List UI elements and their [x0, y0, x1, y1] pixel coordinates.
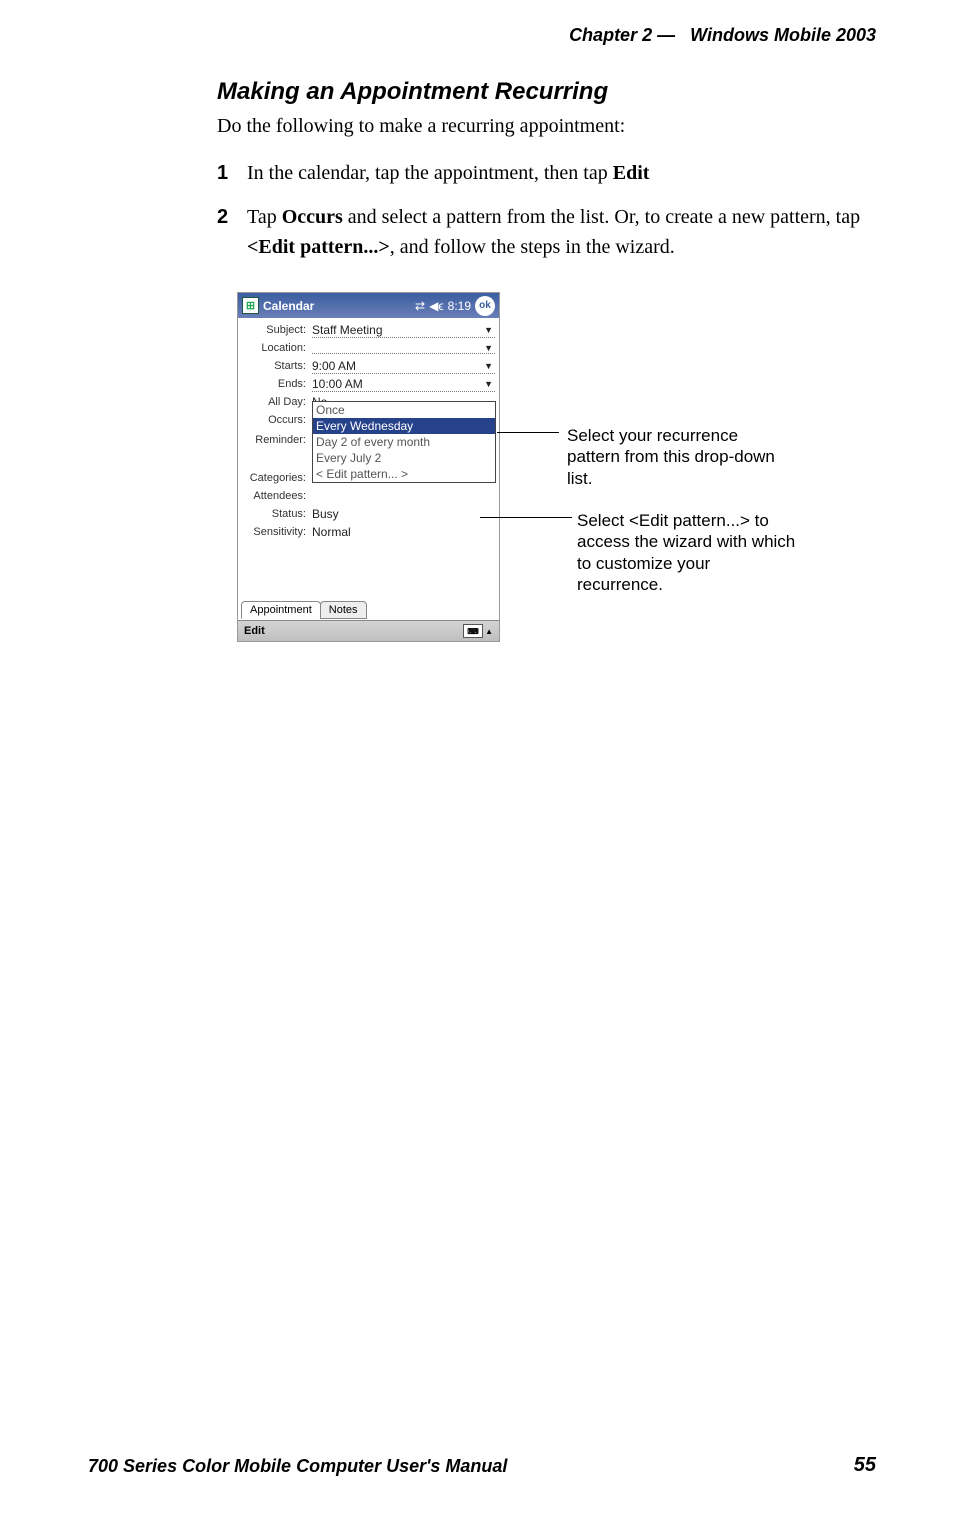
label-starts: Starts:	[242, 360, 312, 372]
row-status: Status: Busy	[242, 505, 495, 523]
field-status[interactable]: Busy	[312, 507, 495, 521]
value-status: Busy	[312, 507, 339, 521]
callout-leader-1	[497, 432, 559, 433]
dropdown-item-day-of-month[interactable]: Day 2 of every month	[313, 434, 495, 450]
sip-toggle[interactable]: ⌨ ▲	[463, 624, 493, 638]
form-body: Subject: Staff Meeting ▼ Location: ▼ Star…	[238, 318, 499, 541]
label-occurs: Occurs:	[242, 414, 312, 426]
running-header: Chapter 2 — Windows Mobile 2003	[569, 25, 876, 46]
row-location: Location: ▼	[242, 339, 495, 357]
callout-recurrence: Select your recurrence pattern from this…	[567, 425, 787, 489]
step-bold: Occurs	[282, 206, 343, 228]
tab-notes[interactable]: Notes	[320, 601, 367, 619]
label-status: Status:	[242, 508, 312, 520]
step-text: In the calendar, tap the appointment, th…	[247, 162, 613, 184]
row-starts: Starts: 9:00 AM ▼	[242, 357, 495, 375]
label-reminder: Reminder:	[242, 434, 312, 446]
field-subject[interactable]: Staff Meeting ▼	[312, 323, 495, 338]
label-sensitivity: Sensitivity:	[242, 526, 312, 538]
label-allday: All Day:	[242, 396, 312, 408]
value-subject: Staff Meeting	[312, 323, 383, 337]
figure: ⊞ Calendar ⇄ ◀ϵ 8:19 ok Subject: Staff M…	[237, 292, 877, 692]
app-title: Calendar	[263, 299, 314, 313]
bottom-bar: Edit ⌨ ▲	[238, 620, 499, 641]
field-ends[interactable]: 10:00 AM ▼	[312, 377, 495, 392]
value-starts: 9:00 AM	[312, 359, 356, 373]
occurs-dropdown-list: Once Every Wednesday Day 2 of every mont…	[312, 401, 496, 483]
step-body: Tap Occurs and select a pattern from the…	[247, 202, 877, 262]
clock-text: 8:19	[448, 299, 471, 313]
chevron-down-icon[interactable]: ▼	[484, 343, 493, 353]
callout-edit-pattern: Select <Edit pattern...> to access the w…	[577, 510, 797, 595]
connectivity-icon[interactable]: ⇄	[415, 299, 425, 313]
dropdown-item-edit-pattern[interactable]: < Edit pattern... >	[313, 466, 495, 482]
row-ends: Ends: 10:00 AM ▼	[242, 375, 495, 393]
step-bold: <Edit pattern...>	[247, 236, 390, 258]
step-2: 2 Tap Occurs and select a pattern from t…	[217, 202, 877, 262]
label-subject: Subject:	[242, 324, 312, 336]
value-ends: 10:00 AM	[312, 377, 363, 391]
page-title: Making an Appointment Recurring	[217, 78, 877, 106]
dropdown-item-once[interactable]: Once	[313, 402, 495, 418]
label-ends: Ends:	[242, 378, 312, 390]
row-sensitivity: Sensitivity: Normal	[242, 523, 495, 541]
start-icon[interactable]: ⊞	[242, 297, 259, 314]
callout-leader-2	[480, 517, 572, 518]
intro-text: Do the following to make a recurring app…	[217, 112, 877, 140]
dropdown-item-every-year[interactable]: Every July 2	[313, 450, 495, 466]
field-location[interactable]: ▼	[312, 343, 495, 354]
tab-bar: Appointment Notes	[241, 601, 366, 619]
chevron-down-icon[interactable]: ▼	[484, 361, 493, 371]
field-starts[interactable]: 9:00 AM ▼	[312, 359, 495, 374]
step-number: 2	[217, 202, 247, 262]
dropdown-item-every-wednesday[interactable]: Every Wednesday	[313, 418, 495, 434]
step-text: , and follow the steps in the wizard.	[390, 236, 675, 258]
label-attendees: Attendees:	[242, 490, 312, 502]
field-sensitivity[interactable]: Normal	[312, 525, 495, 539]
pda-titlebar: ⊞ Calendar ⇄ ◀ϵ 8:19 ok	[238, 293, 499, 318]
header-sep: —	[657, 25, 675, 45]
keyboard-icon: ⌨	[463, 624, 483, 638]
speaker-icon[interactable]: ◀ϵ	[429, 299, 444, 313]
page-number: 55	[854, 1454, 876, 1477]
pda-screenshot: ⊞ Calendar ⇄ ◀ϵ 8:19 ok Subject: Staff M…	[237, 292, 500, 642]
chevron-down-icon[interactable]: ▼	[484, 379, 493, 389]
page-content: Making an Appointment Recurring Do the f…	[217, 78, 877, 692]
label-categories: Categories:	[242, 472, 312, 484]
value-sensitivity: Normal	[312, 525, 351, 539]
chevron-up-icon: ▲	[485, 627, 493, 636]
step-number: 1	[217, 158, 247, 188]
tab-appointment[interactable]: Appointment	[241, 601, 321, 619]
chevron-down-icon[interactable]: ▼	[484, 325, 493, 335]
menu-edit[interactable]: Edit	[244, 625, 265, 637]
step-bold: Edit	[613, 162, 650, 184]
ok-button[interactable]: ok	[475, 296, 495, 316]
label-location: Location:	[242, 342, 312, 354]
row-subject: Subject: Staff Meeting ▼	[242, 321, 495, 339]
titlebar-left: ⊞ Calendar	[242, 297, 314, 314]
step-body: In the calendar, tap the appointment, th…	[247, 158, 877, 188]
step-text: and select a pattern from the list. Or, …	[343, 206, 860, 228]
titlebar-right: ⇄ ◀ϵ 8:19 ok	[415, 296, 495, 316]
step-1: 1 In the calendar, tap the appointment, …	[217, 158, 877, 188]
footer-title: 700 Series Color Mobile Computer User's …	[88, 1456, 507, 1477]
header-section: Windows Mobile 2003	[690, 25, 876, 45]
row-attendees: Attendees:	[242, 487, 495, 505]
header-chapter: Chapter 2	[569, 25, 652, 45]
step-text: Tap	[247, 206, 282, 228]
